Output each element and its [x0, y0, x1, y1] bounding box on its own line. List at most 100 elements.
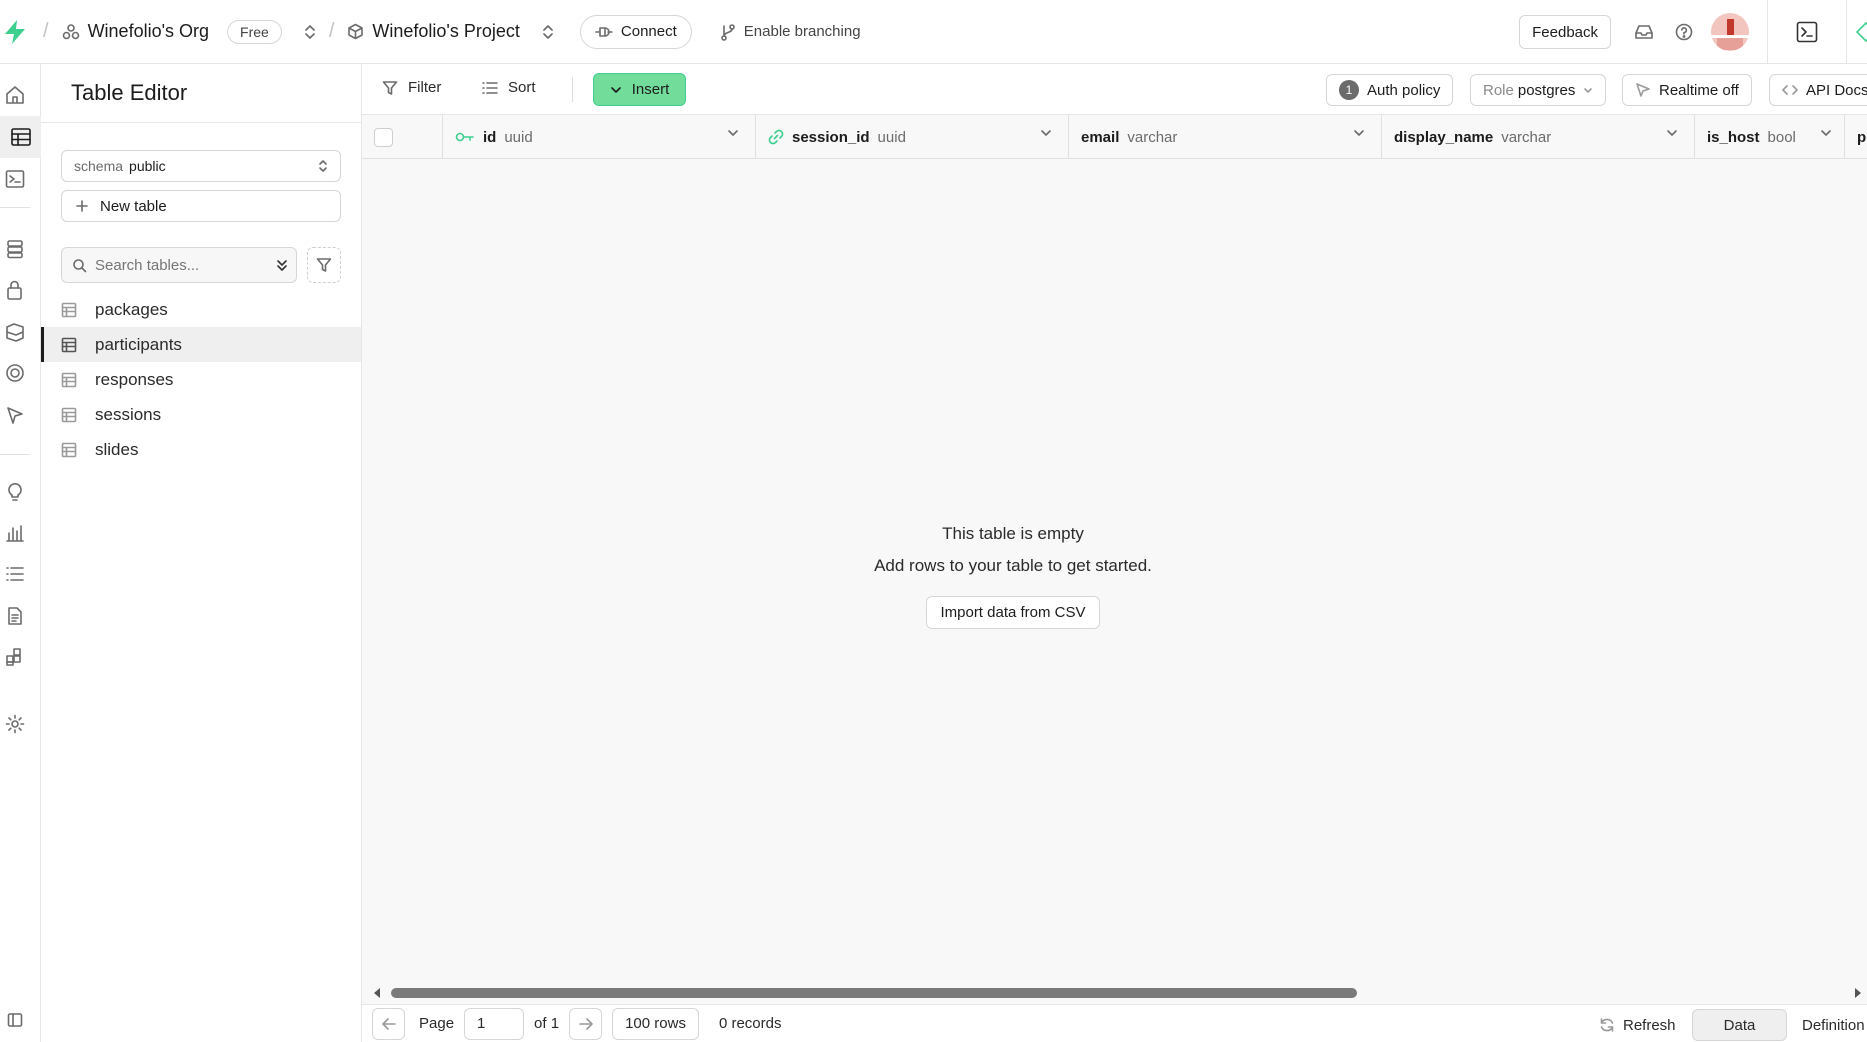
api-docs-file-icon[interactable]	[2, 603, 28, 629]
project-breadcrumb[interactable]: Winefolio's Project	[347, 21, 554, 42]
table-grid-area: Filter Sort Insert 1 Auth policy Role po…	[362, 64, 1867, 1042]
org-breadcrumb[interactable]: Winefolio's Org Free	[62, 19, 316, 44]
auth-lock-icon[interactable]	[2, 277, 28, 303]
user-avatar[interactable]	[1711, 13, 1749, 51]
realtime-cursor-icon	[1635, 82, 1651, 98]
org-switcher-chevron-icon[interactable]	[304, 23, 316, 41]
select-all-column	[362, 115, 443, 158]
chevron-down-icon[interactable]	[1353, 129, 1365, 137]
org-icon	[62, 23, 80, 41]
search-tables-input[interactable]	[95, 256, 265, 274]
filter-tables-button[interactable]	[307, 247, 341, 283]
table-name: responses	[95, 369, 174, 389]
enable-branching-button[interactable]: Enable branching	[720, 23, 861, 41]
search-tables-field[interactable]	[61, 247, 297, 283]
tab-definition[interactable]: Definition	[1790, 1009, 1867, 1041]
column-header-row: id uuid session_id uuid email varchar di…	[362, 115, 1867, 159]
storage-folder-icon[interactable]	[2, 319, 28, 345]
table-list-item[interactable]: packages	[41, 292, 361, 327]
table-list-item[interactable]: participants	[41, 327, 361, 362]
column-header[interactable]: pr	[1845, 115, 1867, 158]
insert-button[interactable]: Insert	[593, 73, 686, 106]
table-list-item[interactable]: sessions	[41, 397, 361, 432]
column-type: uuid	[877, 128, 906, 146]
refresh-button[interactable]: Refresh	[1587, 1009, 1688, 1041]
scrollbar-thumb[interactable]	[391, 988, 1357, 998]
feedback-button[interactable]: Feedback	[1519, 15, 1611, 49]
chevrons-down-icon[interactable]	[276, 258, 288, 272]
role-selector[interactable]: Role postgres	[1470, 74, 1607, 106]
next-page-button[interactable]	[569, 1007, 603, 1040]
rail-divider	[0, 207, 30, 208]
edge-functions-icon[interactable]	[2, 360, 28, 386]
breadcrumb-separator: /	[328, 20, 335, 42]
column-header[interactable]: display_name varchar	[1382, 115, 1695, 158]
policy-count-badge: 1	[1339, 80, 1359, 100]
column-header[interactable]: email varchar	[1069, 115, 1382, 158]
api-docs-button[interactable]: API Docs	[1769, 74, 1867, 106]
chevron-down-icon[interactable]	[727, 129, 739, 137]
records-count: 0 records	[718, 1015, 782, 1032]
integrations-icon[interactable]	[2, 644, 28, 670]
select-all-checkbox[interactable]	[374, 127, 393, 147]
realtime-toggle-button[interactable]: Realtime off	[1622, 74, 1752, 106]
sidebar-title: Table Editor	[41, 64, 361, 123]
page-number-input[interactable]: 1	[464, 1007, 525, 1040]
tab-data[interactable]: Data	[1692, 1009, 1787, 1041]
table-list-item[interactable]: responses	[41, 362, 361, 397]
page-count: of 1	[534, 1015, 560, 1032]
rows-per-page-button[interactable]: 100 rows	[612, 1007, 699, 1040]
realtime-cursor-icon[interactable]	[2, 402, 28, 428]
chevron-down-icon[interactable]	[1820, 129, 1832, 137]
connect-label: Connect	[620, 23, 677, 40]
filter-button[interactable]: Filter	[382, 79, 441, 96]
horizontal-scrollbar[interactable]	[362, 984, 1867, 1004]
chevron-down-icon[interactable]	[1666, 129, 1678, 137]
advisors-lightbulb-icon[interactable]	[2, 478, 28, 504]
table-name: sessions	[95, 404, 162, 424]
supabase-logo-icon[interactable]	[0, 19, 30, 45]
assistant-icon[interactable]	[1855, 21, 1867, 43]
org-name[interactable]: Winefolio's Org	[88, 21, 209, 42]
table-list-item[interactable]: slides	[41, 432, 361, 467]
sql-editor-icon[interactable]	[2, 166, 28, 192]
search-icon	[72, 258, 87, 273]
home-icon[interactable]	[2, 82, 28, 108]
column-header[interactable]: id uuid	[443, 115, 756, 158]
settings-gear-icon[interactable]	[2, 711, 28, 737]
column-name: is_host	[1707, 128, 1760, 146]
column-type: varchar	[1501, 128, 1552, 146]
help-icon[interactable]	[1675, 23, 1693, 41]
previous-page-button[interactable]	[372, 1007, 405, 1040]
column-header[interactable]: is_host bool	[1695, 115, 1845, 158]
top-bar: / Winefolio's Org Free / Winefolio's Pro…	[0, 0, 1867, 64]
connect-button[interactable]: Connect	[579, 14, 692, 49]
left-nav-rail	[0, 64, 41, 1042]
terminal-icon[interactable]	[1796, 21, 1818, 43]
project-name[interactable]: Winefolio's Project	[372, 21, 520, 42]
column-name: id	[483, 128, 497, 146]
table-editor-nav-icon[interactable]	[0, 116, 41, 158]
import-csv-button[interactable]: Import data from CSV	[926, 596, 1100, 629]
schema-value: public	[129, 158, 166, 174]
inbox-icon[interactable]	[1635, 24, 1653, 40]
schema-selector[interactable]: schema public	[61, 150, 341, 182]
role-label: Role	[1483, 81, 1514, 99]
new-table-button[interactable]: New table	[61, 190, 341, 222]
reports-chart-icon[interactable]	[2, 520, 28, 546]
chevron-down-icon[interactable]	[1040, 129, 1052, 137]
auth-policy-button[interactable]: 1 Auth policy	[1326, 74, 1454, 106]
sort-button[interactable]: Sort	[482, 79, 536, 96]
chevron-down-icon	[1583, 87, 1593, 94]
project-switcher-chevron-icon[interactable]	[542, 23, 554, 41]
logs-list-icon[interactable]	[2, 561, 28, 587]
database-icon[interactable]	[2, 236, 28, 262]
plug-icon	[595, 25, 613, 39]
column-header[interactable]: session_id uuid	[756, 115, 1069, 158]
scroll-left-icon[interactable]	[372, 987, 382, 999]
collapse-sidebar-icon[interactable]	[2, 1007, 28, 1033]
scroll-right-icon[interactable]	[1853, 987, 1863, 999]
empty-state-title: This table is empty	[942, 524, 1084, 543]
column-name: session_id	[792, 128, 870, 146]
table-name: participants	[95, 334, 182, 354]
